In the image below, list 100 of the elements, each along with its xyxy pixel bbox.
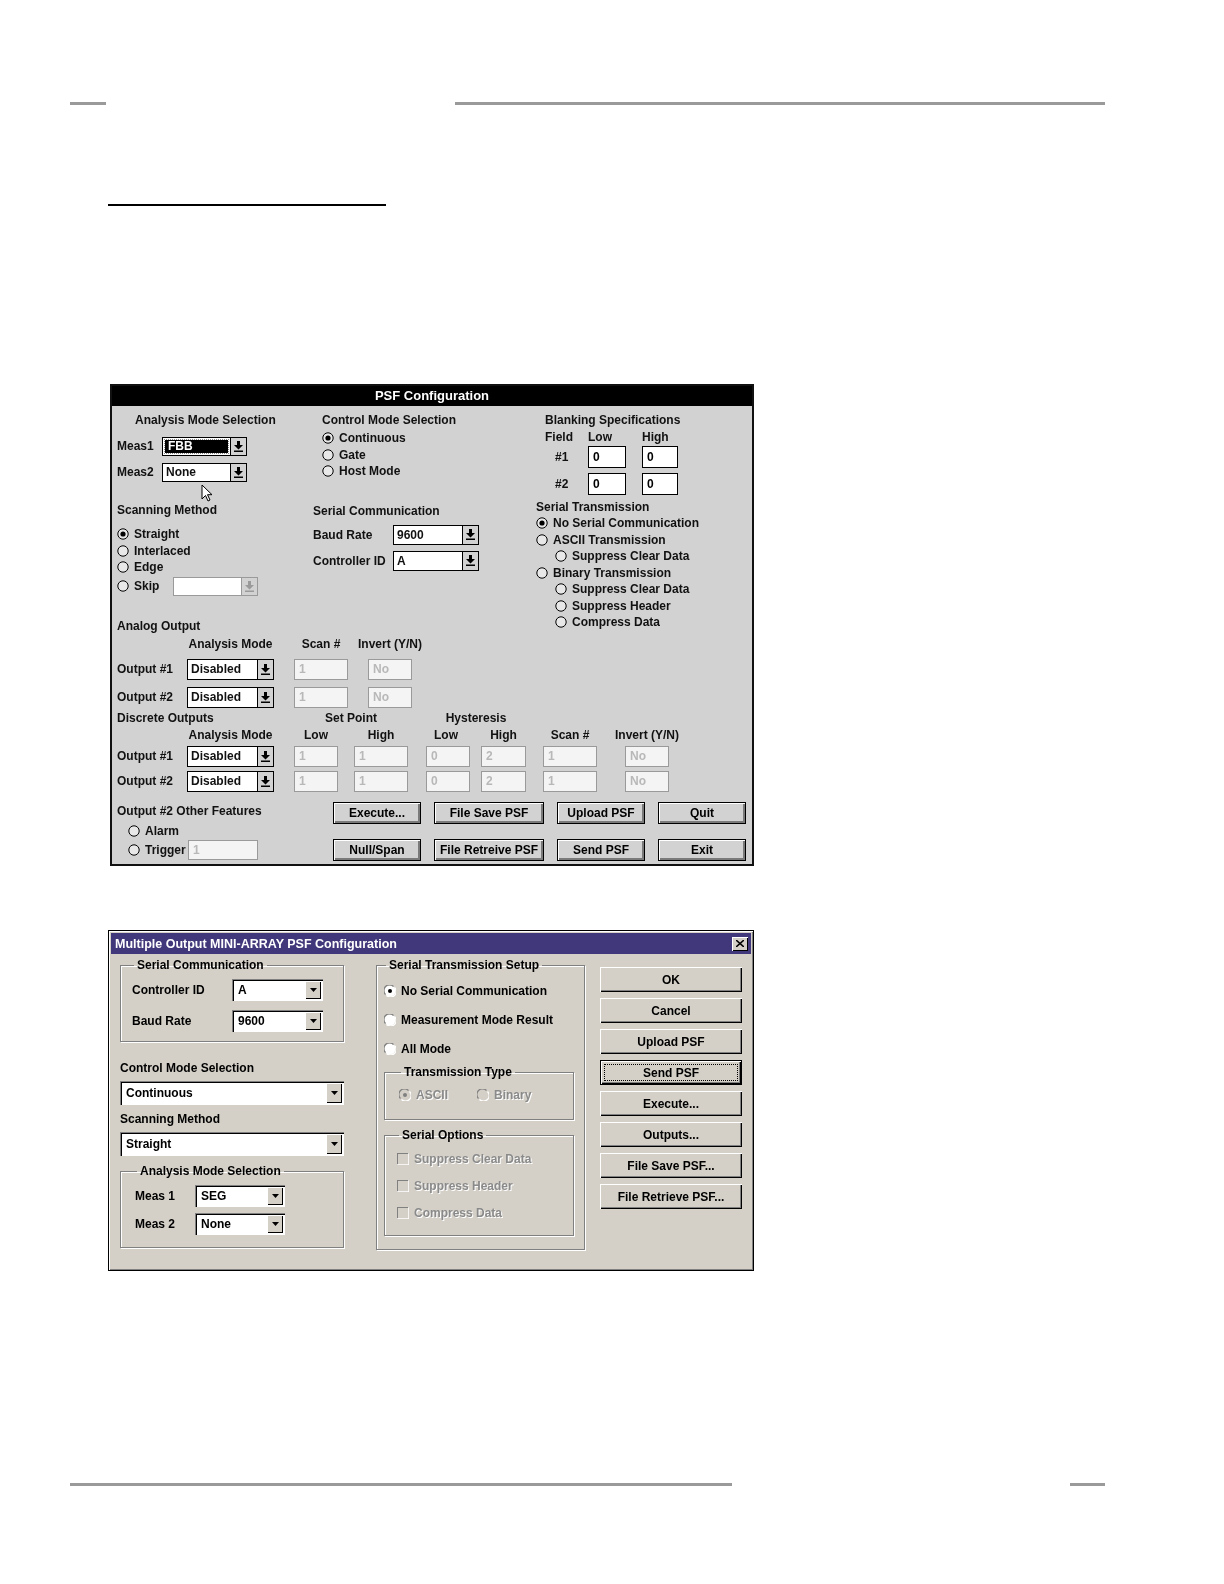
radio-option[interactable]: Compress Data [555, 615, 661, 630]
dialog-button[interactable]: Send PSF [557, 838, 645, 861]
dropdown-field[interactable]: SEG [195, 1185, 285, 1207]
radio-option[interactable]: Suppress Clear Data [555, 582, 690, 597]
row-label: #2 [555, 475, 569, 492]
dialog-button[interactable]: File Retrieve PSF... [600, 1184, 742, 1209]
field-label: Meas2 [117, 464, 155, 480]
field-label: Controller ID [313, 553, 387, 568]
radio-option[interactable]: Trigger [128, 843, 188, 857]
arrow-down-icon [330, 1091, 338, 1095]
arrow-down-icon [261, 750, 270, 762]
arrow-down-icon [466, 555, 475, 566]
group-title: Transmission Type [403, 1065, 513, 1080]
dropdown-field[interactable]: 9600 [393, 524, 479, 545]
row-label: Output #1 [117, 749, 173, 763]
radio-option[interactable]: Suppress Clear Data [555, 549, 690, 564]
radio-option[interactable]: All Mode [384, 1042, 451, 1056]
section-heading: Serial Communication [313, 502, 441, 519]
field-label: Controller ID [132, 983, 206, 997]
radio-option[interactable]: No Serial Communication [384, 984, 548, 998]
dropdown-field[interactable]: FBB [162, 436, 247, 456]
input-field[interactable]: 0 [642, 445, 678, 468]
dialog-button[interactable]: Execute... [600, 1091, 742, 1116]
radio-option[interactable]: Interlaced [117, 543, 191, 558]
dialog-button[interactable]: Quit [658, 802, 746, 824]
column-header: Field [545, 429, 573, 445]
column-header: Low [433, 728, 459, 742]
dialog-button[interactable]: Upload PSF [600, 1029, 742, 1054]
close-button[interactable] [732, 936, 748, 951]
group-title: Serial Communication [136, 958, 265, 973]
dialog-button[interactable]: Upload PSF [557, 802, 645, 824]
window-title: Multiple Output MINI-ARRAY PSF Configuration [115, 936, 397, 951]
column-header: Low [303, 728, 329, 742]
arrow-down-icon [466, 529, 475, 540]
column-header: Invert (Y/N) [357, 637, 423, 651]
dialog-button[interactable]: Null/Span [333, 838, 421, 861]
field-label: Baud Rate [313, 527, 374, 542]
radio-option[interactable]: Alarm [128, 824, 188, 838]
dialog-button[interactable]: Cancel [600, 998, 742, 1023]
field-label: Meas1 [117, 438, 155, 454]
dropdown-field[interactable]: None [162, 462, 247, 482]
column-header: High [366, 728, 396, 742]
radio-option[interactable]: Measurement Mode Result [384, 1013, 554, 1027]
radio-option[interactable]: No Serial Communication [536, 516, 700, 531]
dialog-button[interactable]: File Save PSF [434, 802, 544, 824]
field-label: Meas 1 [135, 1189, 177, 1203]
dropdown-field[interactable]: A [232, 979, 323, 1001]
field-label: Scanning Method [120, 1111, 221, 1127]
dropdown-field[interactable]: A [393, 550, 479, 571]
dropdown-field[interactable]: Continuous [120, 1081, 344, 1105]
arrow-down-icon [309, 1019, 317, 1023]
column-header: Low [588, 429, 612, 445]
radio-option[interactable]: Gate [322, 447, 366, 462]
dialog-button[interactable]: File Retreive PSF [434, 838, 544, 861]
dropdown-field[interactable]: Straight [120, 1132, 344, 1156]
radio-option[interactable]: Binary Transmission [536, 565, 672, 580]
group-title: Analysis Mode Selection [139, 1164, 282, 1179]
dropdown-field[interactable]: None [195, 1213, 285, 1235]
section-heading: Analog Output [117, 618, 202, 634]
dialog-button[interactable]: Execute... [333, 802, 421, 824]
arrow-down-icon [234, 440, 243, 452]
column-header: High [489, 728, 518, 742]
input-field[interactable]: 0 [642, 472, 678, 495]
input-field[interactable]: 0 [588, 472, 626, 495]
dialog-button[interactable]: File Save PSF... [600, 1153, 742, 1178]
column-header: Analysis Mode [187, 728, 274, 742]
arrow-down-icon [261, 663, 270, 675]
radio-option[interactable]: Continuous [322, 431, 406, 446]
arrow-down-icon [245, 580, 254, 592]
row-label: Output #1 [117, 662, 173, 676]
input-field[interactable]: 0 [588, 445, 626, 468]
section-heading: Blanking Specifications [545, 412, 682, 428]
radio-option[interactable]: ASCII Transmission [536, 532, 666, 547]
section-heading: Analysis Mode Selection [135, 412, 277, 428]
column-group-header: Set Point [324, 711, 378, 725]
window-title: PSF Configuration [112, 386, 752, 406]
column-group-header: Hysteresis [444, 711, 508, 725]
radio-option[interactable]: Edge [117, 560, 164, 575]
close-icon [736, 940, 744, 947]
dialog-button[interactable]: Send PSF [600, 1060, 742, 1085]
dialog-button[interactable]: Exit [658, 838, 746, 861]
dropdown-field[interactable]: 9600 [232, 1010, 323, 1032]
radio-option[interactable]: Straight [117, 527, 180, 542]
section-heading: Discrete Outputs [117, 710, 214, 726]
radio-option[interactable]: Host Mode [322, 464, 401, 479]
section-heading: Scanning Method [117, 502, 218, 518]
arrow-down-icon [271, 1222, 279, 1226]
column-header: Analysis Mode [187, 637, 274, 651]
dialog-button[interactable]: Outputs... [600, 1122, 742, 1147]
arrow-down-icon [261, 775, 270, 787]
dialog-button[interactable]: OK [600, 967, 742, 992]
radio-option[interactable]: Skip [117, 579, 173, 593]
radio-option[interactable]: Suppress Header [555, 598, 671, 613]
section-heading: Serial Transmission [536, 499, 651, 515]
row-label: #1 [555, 448, 569, 465]
section-heading: Output #2 Other Features [117, 803, 263, 819]
mouse-pointer-icon [201, 484, 213, 502]
column-header: High [642, 429, 669, 445]
field-label: Control Mode Selection [120, 1060, 255, 1076]
arrow-down-icon [261, 691, 270, 703]
